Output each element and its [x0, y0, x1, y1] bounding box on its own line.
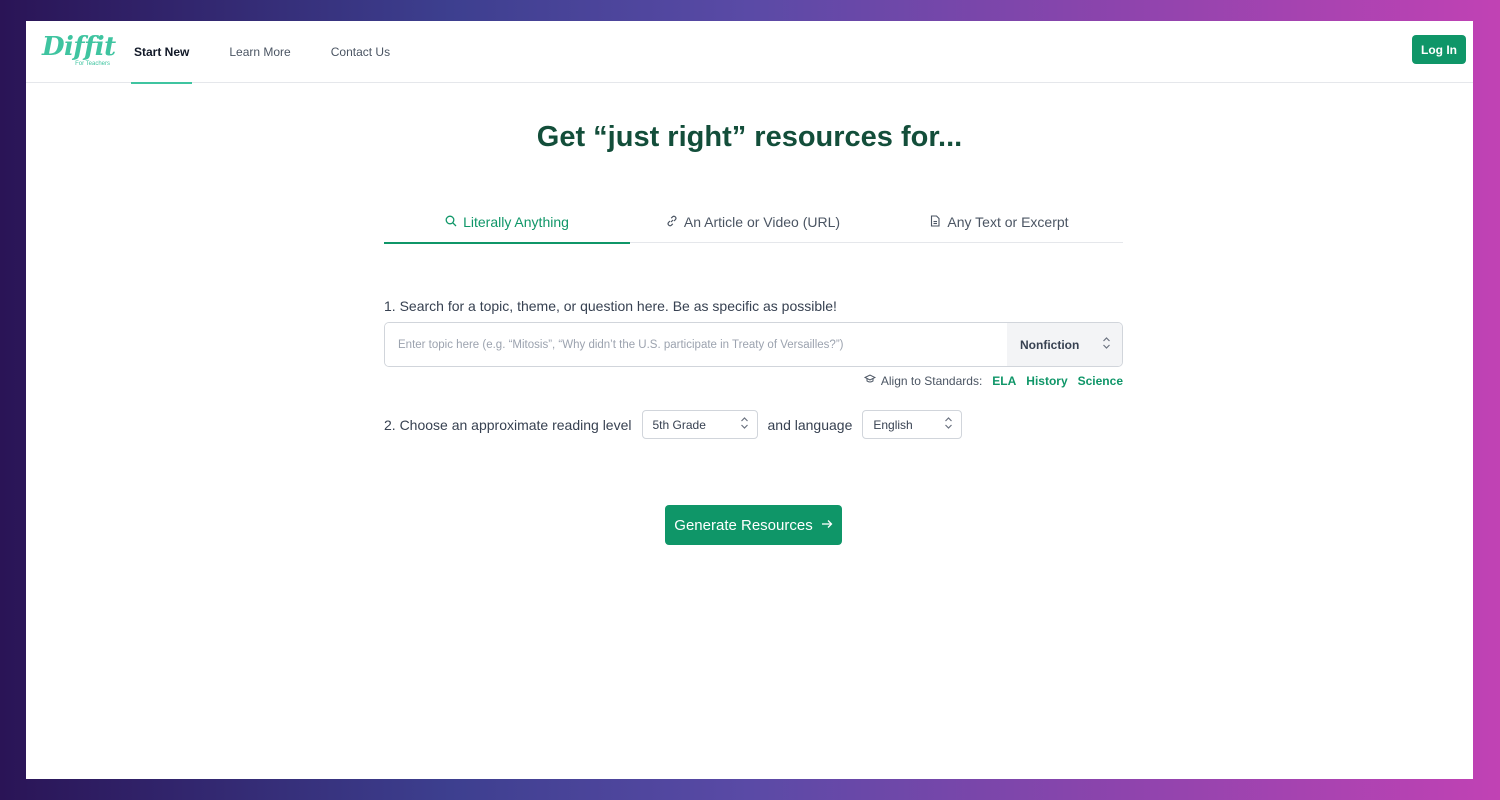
link-icon	[666, 214, 678, 230]
tab-any-text[interactable]: Any Text or Excerpt	[876, 201, 1122, 243]
chevron-updown-icon	[1102, 336, 1111, 353]
arrow-right-icon	[821, 517, 833, 534]
source-tabs: Literally Anything An Article or Video (…	[384, 201, 1123, 244]
tab-label: Literally Anything	[463, 214, 569, 230]
main-nav: Start New Learn More Contact Us	[131, 21, 427, 84]
standards-label: Align to Standards:	[880, 373, 983, 388]
generate-label: Generate Resources	[674, 516, 813, 534]
app-window: Diffit For Teachers Start New Learn More…	[26, 21, 1473, 779]
tab-label: Any Text or Excerpt	[947, 214, 1069, 230]
and-language-label: and language	[767, 416, 853, 433]
graduation-cap-icon	[863, 373, 876, 388]
nav-contact-us[interactable]: Contact Us	[328, 21, 393, 83]
tab-label: An Article or Video (URL)	[683, 214, 841, 230]
document-icon	[929, 214, 941, 230]
login-button[interactable]: Log In	[1412, 35, 1466, 64]
nav-learn-more[interactable]: Learn More	[226, 21, 293, 83]
logo-subtext: For Teachers	[75, 61, 110, 67]
standard-ela-link[interactable]: ELA	[992, 374, 1016, 388]
page-title: Get “just right” resources for...	[536, 121, 963, 153]
standard-history-link[interactable]: History	[1026, 374, 1067, 388]
step2-label: 2. Choose an approximate reading level	[384, 416, 632, 433]
genre-select[interactable]: Nonfiction	[1007, 323, 1122, 366]
nav-start-new[interactable]: Start New	[131, 21, 193, 84]
step1-label: 1. Search for a topic, theme, or questio…	[384, 298, 837, 314]
topic-input[interactable]	[385, 323, 1007, 366]
standard-science-link[interactable]: Science	[1078, 374, 1123, 388]
tab-article-or-video[interactable]: An Article or Video (URL)	[630, 201, 876, 243]
reading-level-select[interactable]: 5th Grade	[641, 410, 758, 439]
chevron-updown-icon	[944, 416, 953, 433]
genre-value: Nonfiction	[1020, 337, 1080, 352]
chevron-updown-icon	[740, 416, 749, 433]
top-navbar: Diffit For Teachers Start New Learn More…	[26, 21, 1473, 84]
reading-level-value: 5th Grade	[652, 417, 706, 432]
language-select[interactable]: English	[862, 410, 963, 439]
search-icon	[445, 214, 457, 230]
generate-resources-button[interactable]: Generate Resources	[665, 505, 842, 545]
logo-wordmark: Diffit	[42, 32, 116, 62]
align-standards: Align to Standards: ELA History Science	[863, 373, 1123, 388]
topic-search-box: Nonfiction	[384, 322, 1123, 367]
step2-row: 2. Choose an approximate reading level 5…	[384, 410, 963, 439]
tab-literally-anything[interactable]: Literally Anything	[384, 201, 630, 244]
diffit-logo[interactable]: Diffit For Teachers	[42, 32, 116, 73]
language-value: English	[873, 417, 913, 432]
